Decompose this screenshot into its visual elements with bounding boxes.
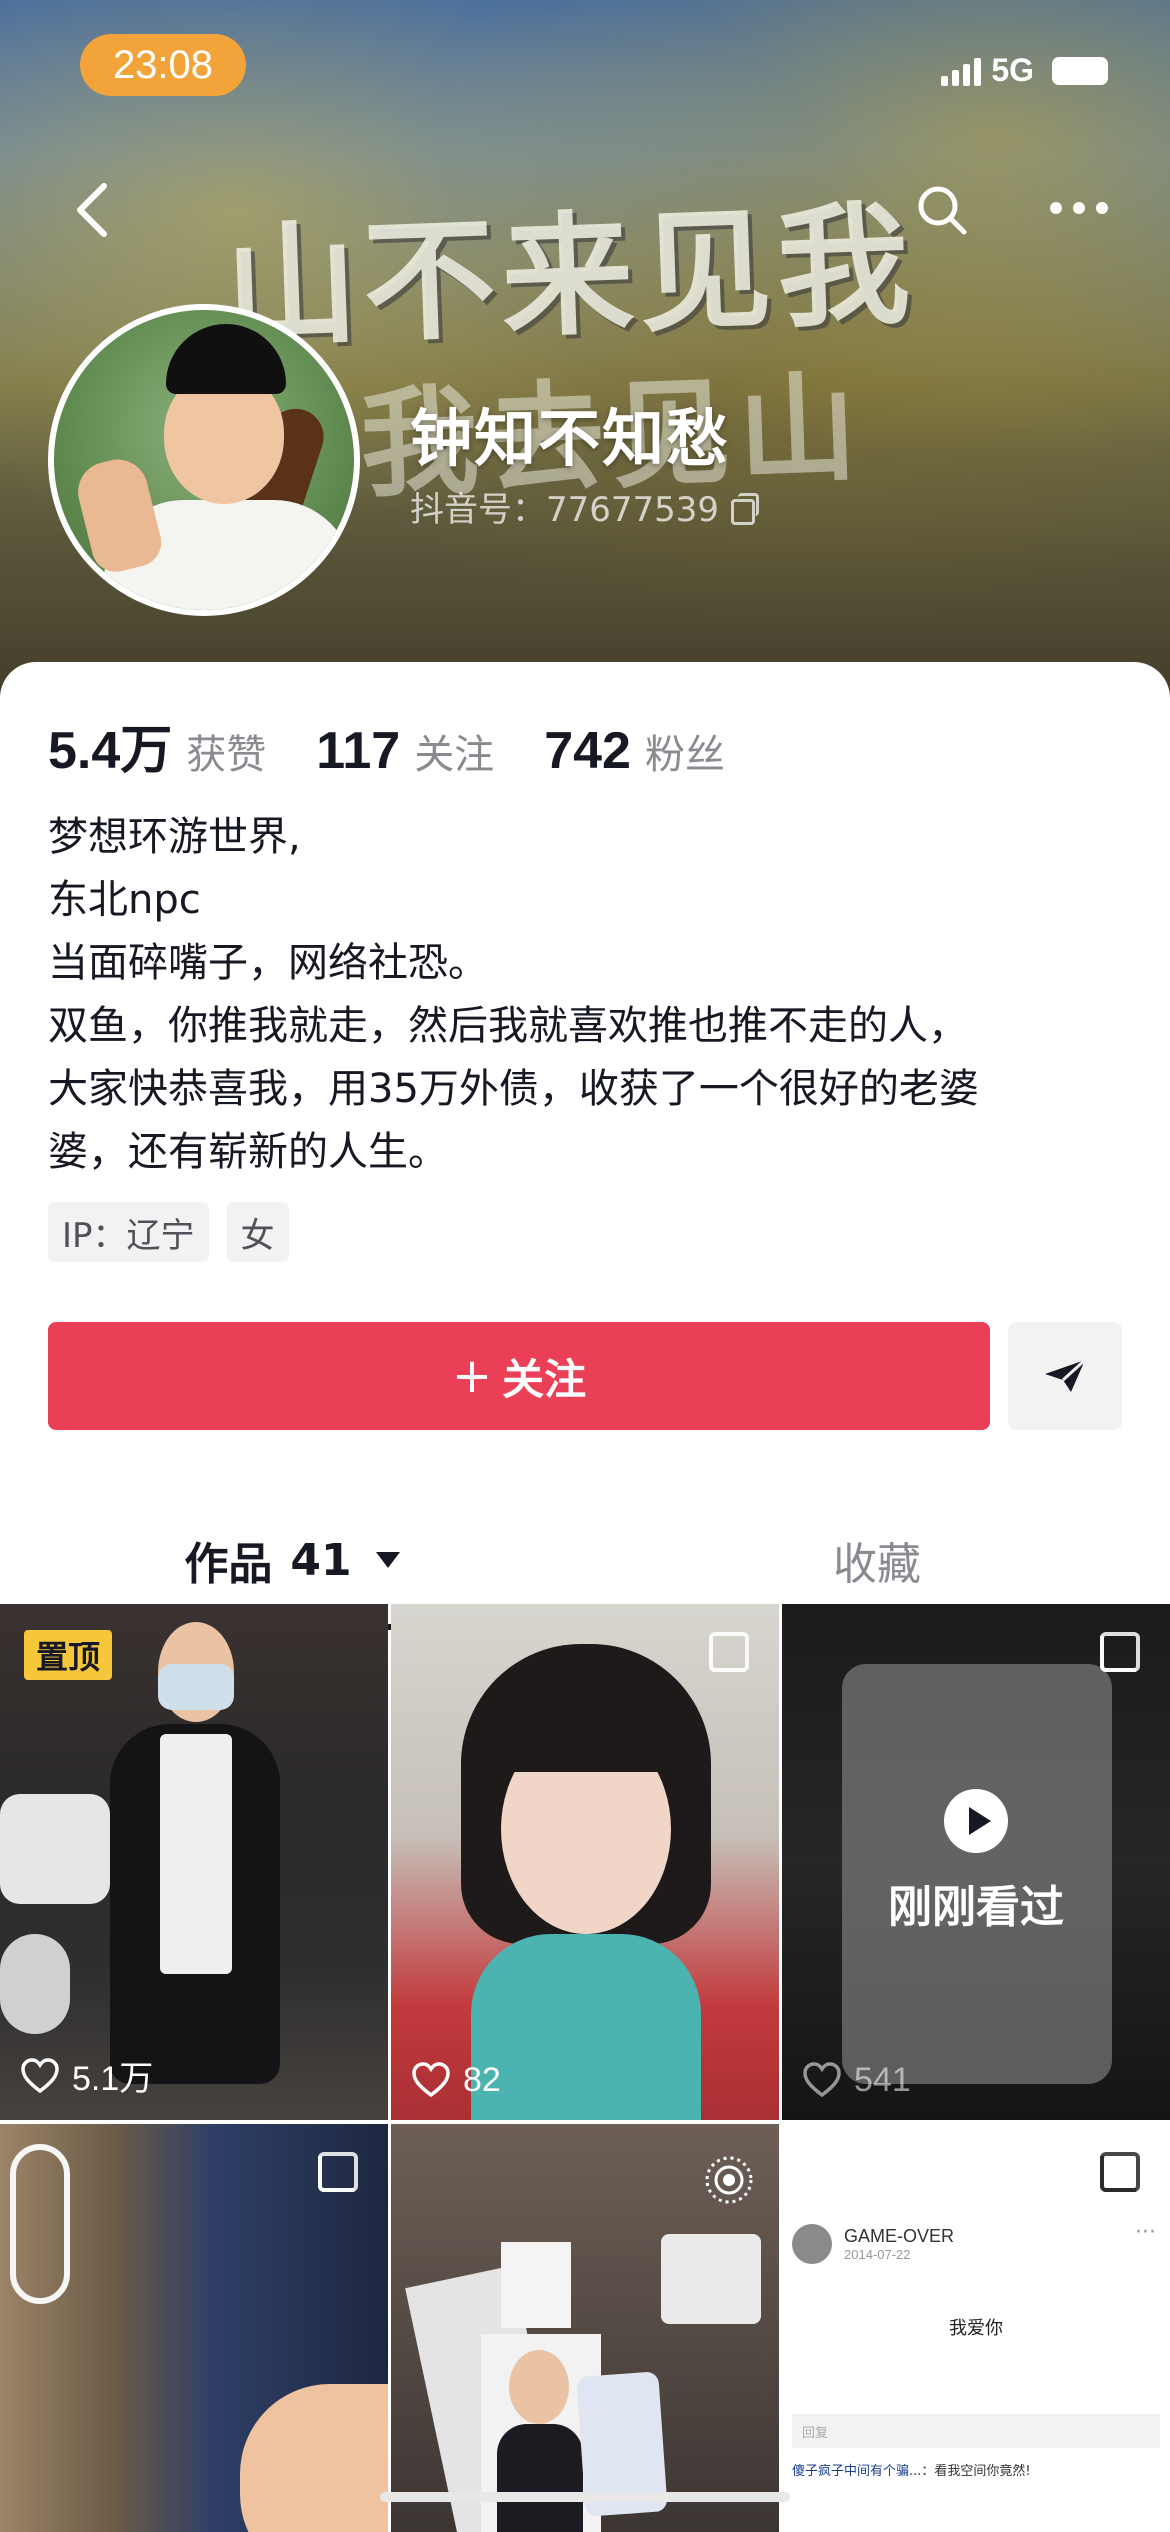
copy-icon[interactable] <box>731 492 760 525</box>
stat-followers[interactable]: 742 粉丝 <box>544 721 725 781</box>
heart-icon <box>412 2062 450 2098</box>
status-time: 23:08 <box>80 34 246 96</box>
video-tile[interactable] <box>391 2124 779 2532</box>
note-reply-field: 回复 <box>792 2414 1160 2448</box>
likes-count: 541 <box>854 2060 911 2099</box>
note-comment-user: 傻子疯子中间有个骗... <box>792 2464 922 2479</box>
live-photo-icon <box>705 2156 753 2204</box>
heart-icon <box>803 2062 841 2098</box>
profile-card: 5.4万 获赞 117 关注 742 粉丝 梦想环游世界, 东北npc 当面碎嘴… <box>0 662 1170 2532</box>
stat-value: 117 <box>316 722 401 780</box>
stat-value: 742 <box>544 722 631 780</box>
multi-image-icon <box>1100 2152 1140 2192</box>
video-tile[interactable] <box>0 2124 388 2532</box>
bio: 梦想环游世界, 东北npc 当面碎嘴子，网络社恐。 双鱼，你推我就走，然后我就喜… <box>48 806 1128 1184</box>
battery-icon <box>1052 56 1108 85</box>
multi-image-icon <box>709 1632 749 1672</box>
profile-tags: IP：辽宁 女 <box>48 1202 289 1262</box>
caret-down-icon <box>375 1552 400 1568</box>
video-tile[interactable]: GAME-OVER 2014-07-22 ··· 我爱你 回复 傻子疯子中间有个… <box>782 2124 1170 2532</box>
plus-icon: + <box>451 1348 493 1404</box>
ip-location-tag: IP：辽宁 <box>48 1202 209 1262</box>
recently-viewed-overlay: 刚刚看过 <box>782 1604 1170 2120</box>
note-comment: 傻子疯子中间有个骗...：看我空间你竟然! <box>792 2460 1031 2479</box>
note-user: GAME-OVER <box>844 2226 955 2246</box>
account-id[interactable]: 抖音号：77677539 <box>410 482 760 531</box>
signal-icon <box>941 56 982 86</box>
tab-favorites[interactable]: 收藏 <box>584 1500 1170 1620</box>
note-avatar <box>792 2224 832 2264</box>
note-header: GAME-OVER 2014-07-22 <box>792 2224 954 2264</box>
pinned-badge: 置顶 <box>24 1630 113 1680</box>
bio-line: 大家快恭喜我，用35万外债，收获了一个很好的老婆 <box>48 1066 979 1112</box>
stat-label: 粉丝 <box>644 732 725 778</box>
video-grid: 置顶 5.1万 82 刚刚看过 541 GAME-OVER 2014-07-22… <box>0 1604 1170 2532</box>
bio-line: 当面碎嘴子，网络社恐。 <box>48 940 488 986</box>
video-tile[interactable]: 置顶 5.1万 <box>0 1604 388 2120</box>
video-likes: 541 <box>802 2060 911 2100</box>
note-comment-text: ：看我空间你竟然! <box>921 2464 1031 2479</box>
video-likes: 82 <box>411 2060 501 2100</box>
account-id-label: 抖音号：77677539 <box>410 490 720 530</box>
likes-count: 5.1万 <box>72 2060 154 2098</box>
video-tile[interactable]: 82 <box>391 1604 779 2120</box>
more-icon[interactable] <box>1050 196 1108 220</box>
tab-works-count: 41 <box>290 1534 352 1586</box>
stat-label: 获赞 <box>186 732 267 778</box>
send-icon <box>1045 1358 1087 1392</box>
note-date: 2014-07-22 <box>844 2247 911 2262</box>
tab-works[interactable]: 作品 41 <box>0 1500 584 1620</box>
follow-button[interactable]: + 关注 <box>48 1322 990 1430</box>
stat-likes[interactable]: 5.4万 获赞 <box>48 708 266 783</box>
bio-line: 婆，还有崭新的人生。 <box>48 1129 448 1175</box>
stat-following[interactable]: 117 关注 <box>316 721 494 781</box>
gender-tag: 女 <box>226 1202 289 1262</box>
status-indicators: 5G <box>941 52 1108 89</box>
play-icon <box>944 1789 1008 1853</box>
tab-works-label: 作品 <box>184 1539 273 1590</box>
avatar[interactable] <box>48 304 360 616</box>
bio-line: 东北npc <box>48 877 201 923</box>
likes-count: 82 <box>463 2060 501 2099</box>
video-tile[interactable]: 刚刚看过 541 <box>782 1604 1170 2120</box>
note-text: 我爱你 <box>949 2318 1003 2339</box>
stats-row: 5.4万 获赞 117 关注 742 粉丝 <box>48 708 775 783</box>
recently-viewed-label: 刚刚看过 <box>888 1882 1064 1933</box>
more-icon: ··· <box>1135 2220 1156 2245</box>
heart-icon <box>21 2057 59 2093</box>
message-button[interactable] <box>1008 1322 1122 1430</box>
follow-label: 关注 <box>502 1354 587 1404</box>
bio-line: 梦想环游世界, <box>48 814 301 860</box>
stat-label: 关注 <box>414 732 495 778</box>
search-icon[interactable] <box>914 182 970 238</box>
network-type: 5G <box>991 52 1034 88</box>
home-indicator[interactable] <box>380 2492 790 2502</box>
back-icon[interactable] <box>68 170 116 250</box>
multi-image-icon <box>318 2152 358 2192</box>
multi-image-icon <box>1100 1632 1140 1672</box>
profile-name: 钟知不知愁 <box>410 402 731 475</box>
video-likes: 5.1万 <box>20 2051 153 2100</box>
bio-line: 双鱼，你推我就走，然后我就喜欢推也推不走的人， <box>48 1003 968 1049</box>
stat-value: 5.4万 <box>48 722 173 780</box>
